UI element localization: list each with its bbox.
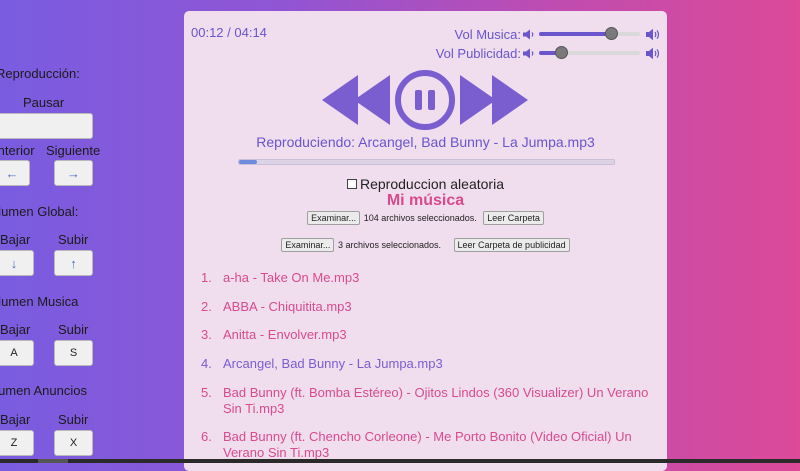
ads-volume-heading: Volumen Anuncios	[0, 383, 87, 398]
ads-down-key-button[interactable]: Z	[0, 430, 34, 456]
scrollbar-thumb[interactable]	[38, 459, 68, 463]
global-volume-heading: Volumen Global:	[0, 204, 79, 219]
playback-heading: Reproducción:	[0, 66, 80, 81]
list-item[interactable]: 2. ABBA - Chiquitita.mp3	[198, 299, 658, 315]
shuffle-label: Reproduccion aleatoria	[360, 176, 504, 192]
ads-browse-button[interactable]: Examinar...	[281, 238, 335, 252]
ads-volume-thumb[interactable]	[555, 46, 569, 59]
speaker-high-icon	[646, 28, 660, 41]
list-item[interactable]: 1. a-ha - Take On Me.mp3	[198, 270, 658, 286]
music-up-key-button[interactable]: S	[54, 340, 93, 366]
song-title: Anitta - Envolver.mp3	[223, 327, 347, 343]
progress-bar[interactable]	[238, 159, 615, 165]
music-volume-label: Vol Musica:	[454, 27, 521, 42]
music-volume-thumb[interactable]	[604, 27, 618, 40]
pause-label: Pausar	[23, 95, 65, 110]
previous-label: Anterior	[0, 143, 35, 158]
next-label: Siguiente	[46, 143, 101, 158]
pause-key-button[interactable]	[0, 113, 93, 139]
list-item[interactable]: 3. Anitta - Envolver.mp3	[198, 327, 658, 343]
read-folder-button[interactable]: Leer Carpeta	[483, 211, 544, 225]
speaker-low-icon	[523, 29, 534, 40]
list-item[interactable]: 6. Bad Bunny (ft. Chencho Corleone) - Me …	[198, 429, 658, 461]
global-down-label: Bajar	[0, 232, 31, 247]
now-playing: Reproduciendo: Arcangel, Bad Bunny - La …	[256, 134, 595, 150]
song-list: 1. a-ha - Take On Me.mp3 2. ABBA - Chiquit…	[198, 270, 658, 471]
song-title: Bad Bunny (ft. Chencho Corleone) - Me Po…	[223, 429, 632, 461]
library-title: Mi música	[386, 192, 465, 209]
speaker-high-icon	[646, 47, 660, 60]
song-title: Bad Bunny (ft. Bomba Estéreo) - Ojitos L…	[223, 384, 649, 416]
shuffle-checkbox[interactable]	[347, 179, 357, 190]
song-title: a-ha - Take On Me.mp3	[223, 270, 360, 285]
ads-volume-slider[interactable]	[539, 46, 640, 59]
music-volume-fill	[539, 32, 610, 36]
horizontal-scrollbar[interactable]	[0, 459, 800, 463]
music-browse-button[interactable]: Examinar...	[307, 211, 361, 225]
music-down-key-button[interactable]: A	[0, 340, 34, 366]
list-item-playing[interactable]: 4. Arcangel, Bad Bunny - La Jumpa.mp3	[198, 356, 658, 372]
ads-folder-row: Examinar... 3 archivos seleccionados. Le…	[184, 238, 667, 252]
music-up-label: Subir	[58, 322, 89, 337]
list-item[interactable]: 5. Bad Bunny (ft. Bomba Estéreo) - Ojitos…	[198, 385, 658, 417]
ads-up-key-button[interactable]: X	[54, 430, 93, 456]
music-folder-row: Examinar... 104 archivos seleccionados. …	[184, 211, 667, 225]
ads-volume-label: Vol Publicidad:	[435, 46, 521, 61]
read-ads-folder-button[interactable]: Leer Carpeta de publicidad	[453, 238, 570, 252]
song-title: Arcangel, Bad Bunny - La Jumpa.mp3	[223, 356, 443, 372]
global-down-key-button[interactable]: ↓	[0, 250, 34, 276]
ads-down-label: Bajar	[0, 412, 31, 427]
speaker-low-icon	[523, 48, 534, 59]
next-icon[interactable]	[460, 75, 528, 125]
player-card: 00:12 / 04:14 Vol Musica: Vol Publicidad…	[184, 11, 667, 471]
previous-icon[interactable]	[322, 75, 390, 125]
music-volume-slider[interactable]	[539, 27, 640, 40]
previous-key-button[interactable]: ←	[0, 160, 30, 186]
ads-up-label: Subir	[58, 412, 89, 427]
music-volume-heading: Volumen Musica	[0, 294, 79, 309]
global-up-label: Subir	[58, 232, 89, 247]
song-title: ABBA - Chiquitita.mp3	[223, 298, 352, 314]
next-key-button[interactable]: →	[54, 160, 93, 186]
global-up-key-button[interactable]: ↑	[54, 250, 93, 276]
time-display: 00:12 / 04:14	[191, 25, 267, 40]
transport-controls	[320, 69, 530, 131]
progress-fill	[239, 160, 257, 164]
music-selected-text: 104 archivos seleccionados.	[363, 213, 477, 223]
pause-icon[interactable]	[395, 70, 455, 130]
shuffle-row: Reproduccion aleatoria	[184, 176, 667, 192]
music-down-label: Bajar	[0, 322, 31, 337]
ads-selected-text: 3 archivos seleccionados.	[337, 240, 441, 250]
